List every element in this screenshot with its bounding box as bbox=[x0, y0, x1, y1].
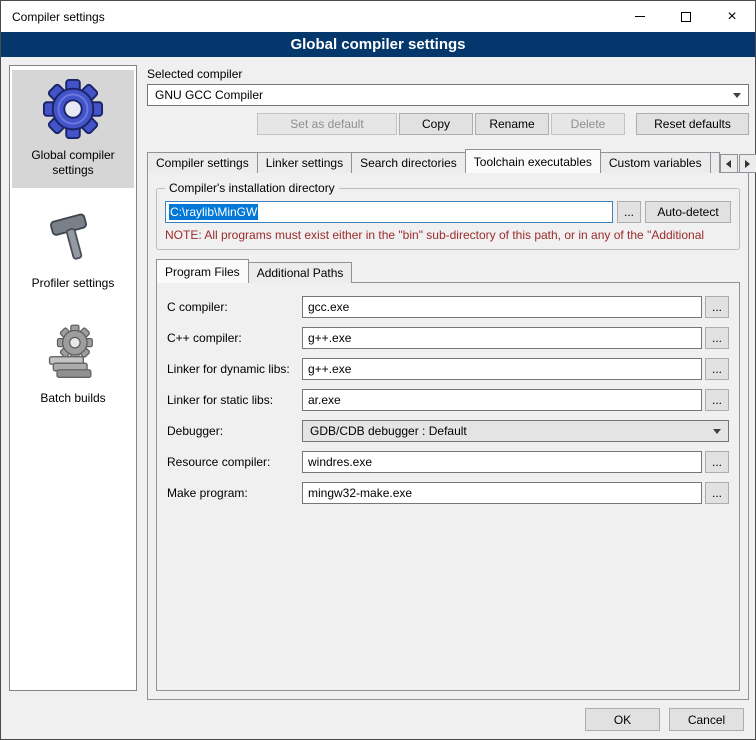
arrow-right-icon bbox=[745, 160, 750, 168]
sidebar-item-label: Batch builds bbox=[40, 391, 105, 406]
install-dir-value: C:\raylib\MinGW bbox=[169, 204, 258, 220]
form-row-c-compiler: C compiler: gcc.exe ... bbox=[167, 296, 729, 318]
static-linker-input[interactable]: ar.exe bbox=[302, 389, 702, 411]
auto-detect-button[interactable]: Auto-detect bbox=[645, 201, 731, 223]
form-row-debugger: Debugger: GDB/CDB debugger : Default bbox=[167, 420, 729, 442]
sidebar-item-batch-builds[interactable]: Batch builds bbox=[12, 313, 134, 416]
ok-button[interactable]: OK bbox=[585, 708, 660, 731]
subtab-additional-paths[interactable]: Additional Paths bbox=[248, 262, 353, 283]
maximize-button[interactable] bbox=[663, 1, 709, 32]
rename-button[interactable]: Rename bbox=[475, 113, 549, 135]
c-compiler-browse-button[interactable]: ... bbox=[705, 296, 729, 318]
form-row-dynamic-linker: Linker for dynamic libs: g++.exe ... bbox=[167, 358, 729, 380]
static-linker-browse-button[interactable]: ... bbox=[705, 389, 729, 411]
profiler-icon bbox=[44, 208, 102, 268]
form-row-static-linker: Linker for static libs: ar.exe ... bbox=[167, 389, 729, 411]
debugger-value: GDB/CDB debugger : Default bbox=[310, 424, 467, 438]
installation-directory-row: C:\raylib\MinGW ... Auto-detect bbox=[165, 201, 731, 223]
sidebar-item-global-compiler-settings[interactable]: Global compiler settings bbox=[12, 70, 134, 188]
cpp-compiler-browse-button[interactable]: ... bbox=[705, 327, 729, 349]
form-row-resource-compiler: Resource compiler: windres.exe ... bbox=[167, 451, 729, 473]
tab-scroll-left-button[interactable] bbox=[720, 154, 738, 173]
dynamic-linker-label: Linker for dynamic libs: bbox=[167, 362, 302, 376]
make-program-input[interactable]: mingw32-make.exe bbox=[302, 482, 702, 504]
dynamic-linker-browse-button[interactable]: ... bbox=[705, 358, 729, 380]
selected-compiler-label: Selected compiler bbox=[147, 67, 749, 81]
cancel-button[interactable]: Cancel bbox=[669, 708, 744, 731]
resource-compiler-label: Resource compiler: bbox=[167, 455, 302, 469]
maximize-icon bbox=[681, 12, 691, 22]
debugger-dropdown[interactable]: GDB/CDB debugger : Default bbox=[302, 420, 729, 442]
compiler-button-row: Set as default Copy Rename Delete Reset … bbox=[147, 113, 749, 135]
window-title: Compiler settings bbox=[1, 10, 105, 24]
settings-category-list: Global compiler settings Profiler settin… bbox=[9, 65, 137, 691]
static-linker-value: ar.exe bbox=[308, 393, 341, 407]
installation-directory-group: Compiler's installation directory C:\ray… bbox=[156, 181, 740, 250]
close-button[interactable]: × bbox=[709, 1, 755, 32]
chevron-down-icon bbox=[733, 93, 741, 98]
tab-custom-variables[interactable]: Custom variables bbox=[600, 152, 711, 173]
sidebar-item-label: Global compiler settings bbox=[14, 148, 132, 178]
program-files-page: C compiler: gcc.exe ... C++ compiler: g+… bbox=[156, 282, 740, 691]
minimize-button[interactable] bbox=[617, 1, 663, 32]
toolchain-executables-page: Compiler's installation directory C:\ray… bbox=[147, 172, 749, 700]
dynamic-linker-value: g++.exe bbox=[308, 362, 351, 376]
sidebar-item-profiler-settings[interactable]: Profiler settings bbox=[12, 200, 134, 301]
dialog-header: Global compiler settings bbox=[1, 32, 755, 57]
resource-compiler-value: windres.exe bbox=[308, 455, 372, 469]
arrow-left-icon bbox=[726, 160, 731, 168]
debugger-label: Debugger: bbox=[167, 424, 302, 438]
set-as-default-button[interactable]: Set as default bbox=[257, 113, 397, 135]
make-program-label: Make program: bbox=[167, 486, 302, 500]
tab-compiler-settings[interactable]: Compiler settings bbox=[147, 152, 258, 173]
c-compiler-value: gcc.exe bbox=[308, 300, 349, 314]
tab-search-directories[interactable]: Search directories bbox=[351, 152, 466, 173]
close-icon: × bbox=[727, 9, 736, 25]
static-linker-label: Linker for static libs: bbox=[167, 393, 302, 407]
titlebar[interactable]: Compiler settings × bbox=[1, 1, 755, 32]
cpp-compiler-value: g++.exe bbox=[308, 331, 351, 345]
cpp-compiler-label: C++ compiler: bbox=[167, 331, 302, 345]
delete-button[interactable]: Delete bbox=[551, 113, 625, 135]
settings-tab-bar: Compiler settings Linker settings Search… bbox=[147, 149, 749, 173]
reset-defaults-button[interactable]: Reset defaults bbox=[636, 113, 749, 135]
batch-builds-icon bbox=[43, 321, 103, 383]
tab-toolchain-executables[interactable]: Toolchain executables bbox=[465, 149, 601, 173]
copy-button[interactable]: Copy bbox=[399, 113, 473, 135]
form-row-make-program: Make program: mingw32-make.exe ... bbox=[167, 482, 729, 504]
form-row-cpp-compiler: C++ compiler: g++.exe ... bbox=[167, 327, 729, 349]
subtab-program-files[interactable]: Program Files bbox=[156, 259, 249, 283]
make-program-browse-button[interactable]: ... bbox=[705, 482, 729, 504]
c-compiler-input[interactable]: gcc.exe bbox=[302, 296, 702, 318]
chevron-down-icon bbox=[713, 429, 721, 434]
install-dir-browse-button[interactable]: ... bbox=[617, 201, 641, 223]
resource-compiler-input[interactable]: windres.exe bbox=[302, 451, 702, 473]
resource-compiler-browse-button[interactable]: ... bbox=[705, 451, 729, 473]
main-panel: Selected compiler GNU GCC Compiler Set a… bbox=[147, 63, 749, 700]
tab-linker-settings[interactable]: Linker settings bbox=[257, 152, 352, 173]
caption-buttons: × bbox=[617, 1, 755, 32]
make-program-value: mingw32-make.exe bbox=[308, 486, 412, 500]
tab-scroll-buttons bbox=[719, 154, 756, 173]
gear-icon bbox=[42, 78, 104, 140]
dialog-footer: OK Cancel bbox=[585, 708, 744, 731]
c-compiler-label: C compiler: bbox=[167, 300, 302, 314]
selected-compiler-dropdown[interactable]: GNU GCC Compiler bbox=[147, 84, 749, 106]
dynamic-linker-input[interactable]: g++.exe bbox=[302, 358, 702, 380]
installation-directory-legend: Compiler's installation directory bbox=[165, 181, 339, 195]
selected-compiler-value: GNU GCC Compiler bbox=[155, 88, 263, 102]
cpp-compiler-input[interactable]: g++.exe bbox=[302, 327, 702, 349]
sidebar-item-label: Profiler settings bbox=[32, 276, 115, 291]
note-text: NOTE: All programs must exist either in … bbox=[165, 228, 731, 242]
tab-scroll-right-button[interactable] bbox=[739, 154, 756, 173]
install-dir-input[interactable]: C:\raylib\MinGW bbox=[165, 201, 613, 223]
minimize-icon bbox=[635, 16, 645, 17]
program-files-tab-bar: Program Files Additional Paths bbox=[156, 259, 740, 283]
